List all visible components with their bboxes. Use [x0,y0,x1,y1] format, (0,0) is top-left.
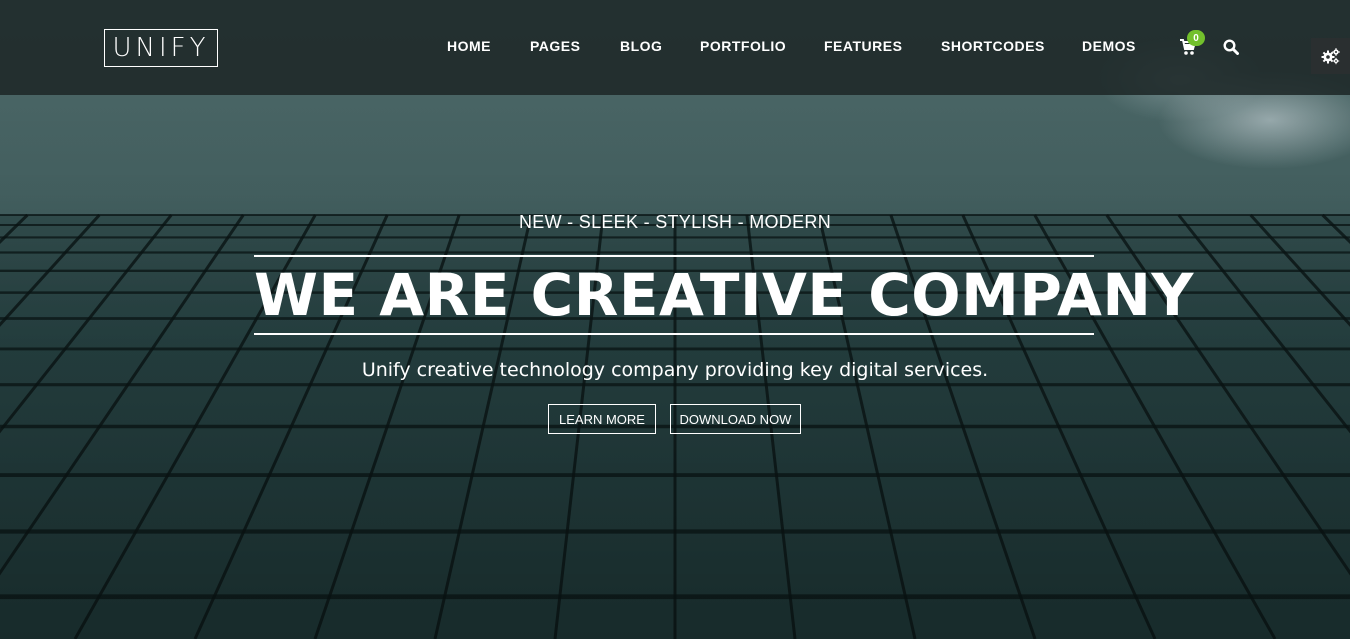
logo[interactable]: UNIFY [104,29,218,67]
nav-item-demos[interactable]: DEMOS [1082,38,1136,54]
hero-subtext: Unify creative technology company provid… [361,359,989,381]
nav-item-pages[interactable]: PAGES [530,38,580,54]
nav-item-shortcodes[interactable]: SHORTCODES [941,38,1045,54]
search-icon[interactable] [1223,39,1239,55]
site-header: UNIFY HOME PAGES BLOG PORTFOLIO FEATURES… [0,0,1350,95]
gears-icon [1321,48,1340,65]
nav-item-blog[interactable]: BLOG [620,38,662,54]
nav-item-features[interactable]: FEATURES [824,38,902,54]
nav-item-portfolio[interactable]: PORTFOLIO [700,38,786,54]
learn-more-button[interactable]: LEARN MORE [548,404,656,434]
download-now-button[interactable]: DOWNLOAD NOW [670,404,801,434]
cart-count-badge: 0 [1187,30,1205,46]
nav-item-home[interactable]: HOME [447,38,491,54]
style-switcher-toggle[interactable] [1311,38,1350,74]
hero-tagline: NEW - SLEEK - STYLISH - MODERN [518,212,832,232]
hero-headline: WE ARE CREATIVE COMPANY [254,261,1194,329]
